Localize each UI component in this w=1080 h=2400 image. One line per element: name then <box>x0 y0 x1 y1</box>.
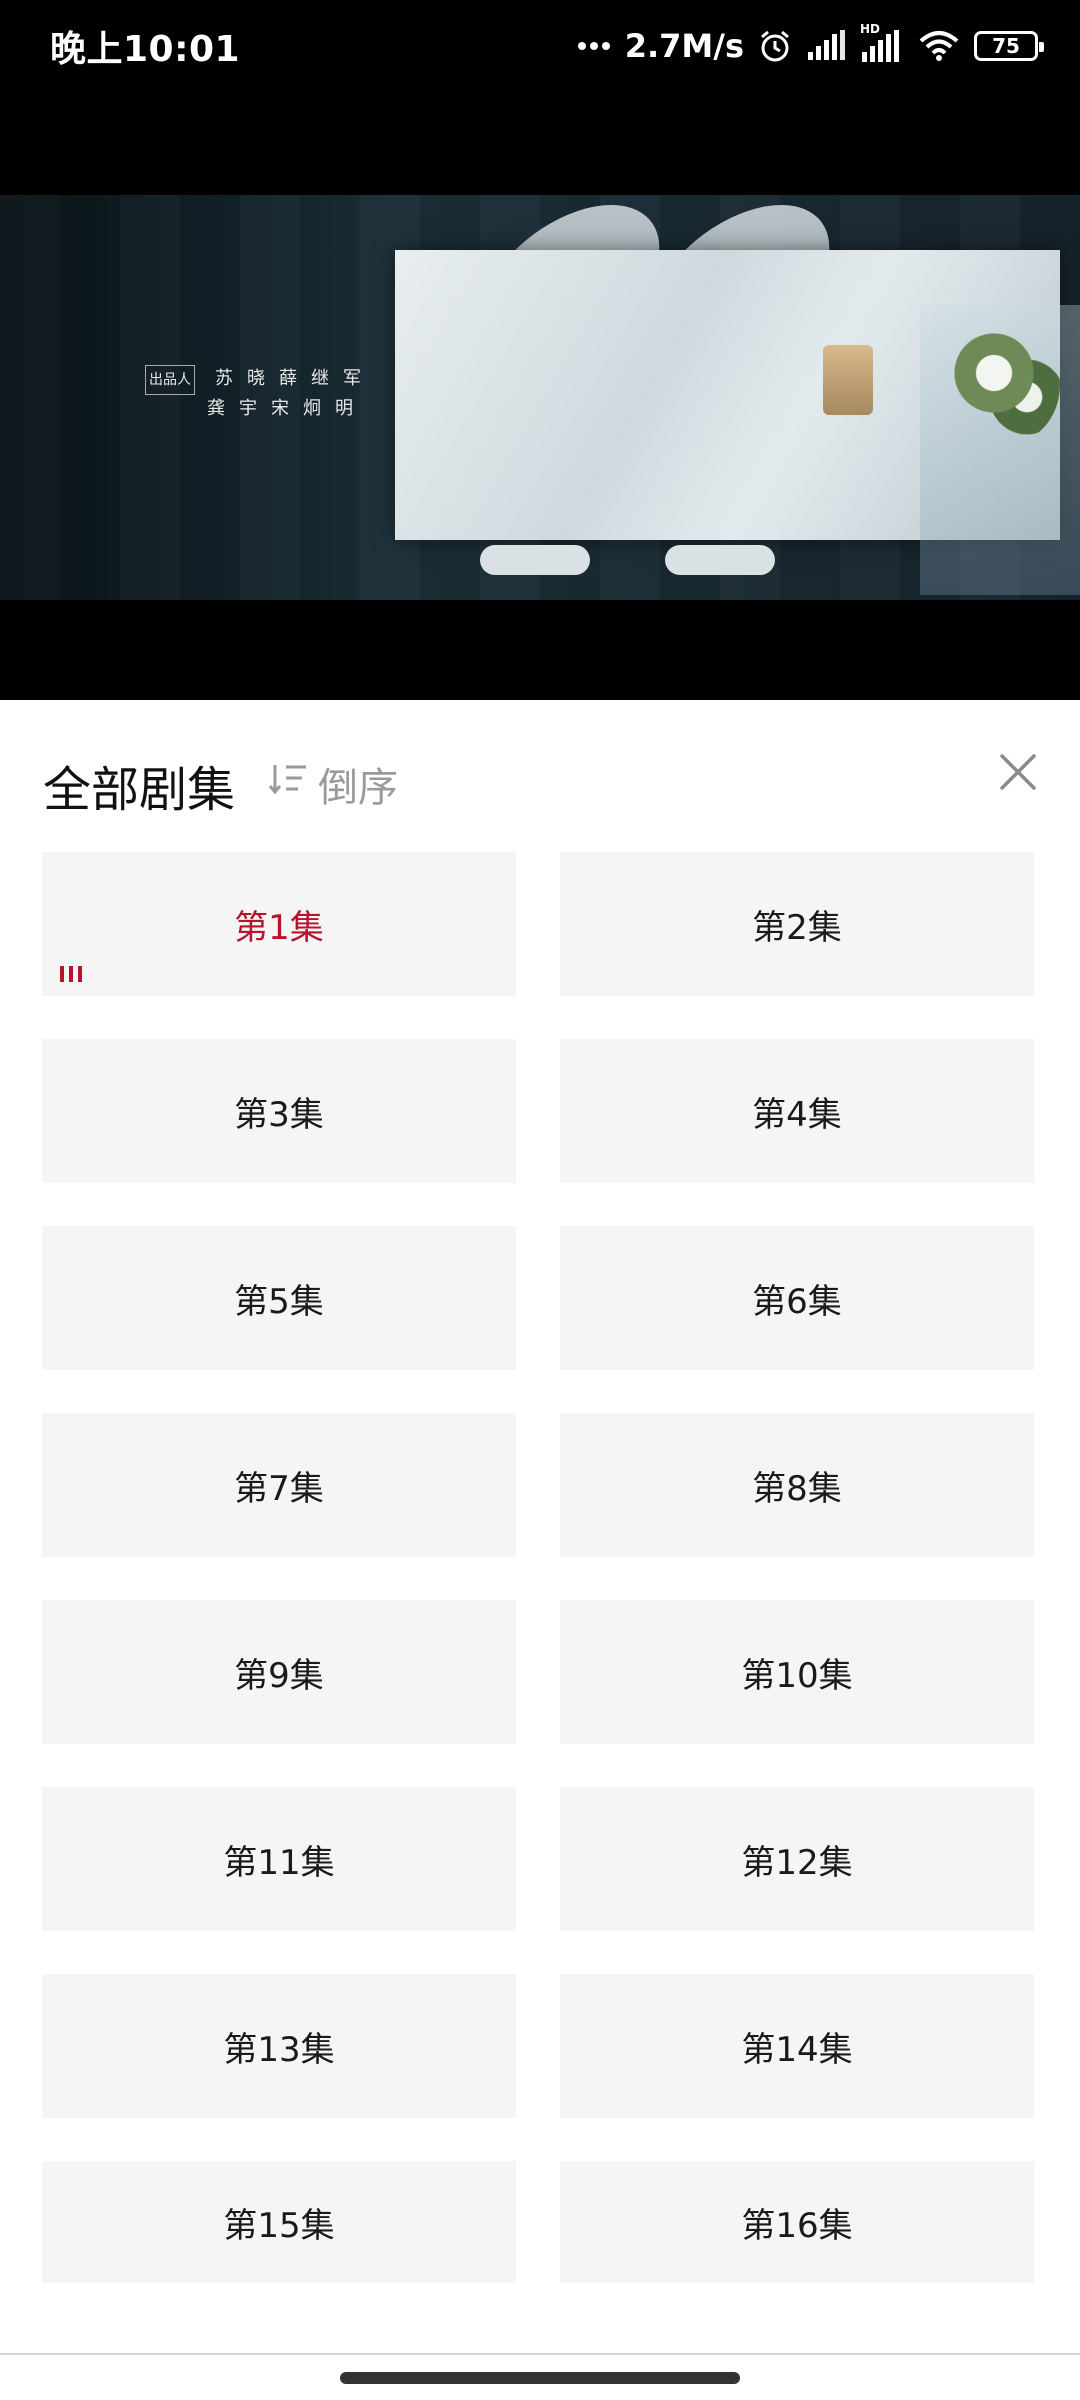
sort-toggle-button[interactable]: 倒序 <box>268 755 398 813</box>
credit-char: 薛 <box>279 368 297 389</box>
panel-title: 全部剧集 <box>43 762 236 818</box>
credit-char: 晓 <box>247 368 265 389</box>
episode-tile[interactable]: 第7集 <box>42 1413 516 1557</box>
episode-label: 第11集 <box>223 1842 335 1883</box>
credits-row-2: 龚 宇 宋 炯 明 <box>145 395 361 423</box>
bottom-divider <box>0 2353 1080 2355</box>
episode-label: 第6集 <box>752 1281 842 1322</box>
signal-icon <box>806 30 846 62</box>
episode-label: 第2集 <box>752 907 842 948</box>
credit-char: 宋 <box>271 398 289 419</box>
credit-char: 龚 <box>207 398 225 419</box>
episode-tile[interactable]: 第13集 <box>42 1974 516 2118</box>
episode-label: 第15集 <box>223 2205 335 2246</box>
video-player[interactable]: 出品人 苏 晓 薛 继 军 龚 宇 宋 炯 明 <box>0 195 1080 600</box>
episode-tile[interactable]: 第15集 <box>42 2161 516 2283</box>
home-indicator[interactable] <box>340 2372 740 2384</box>
credits-label: 出品人 <box>145 365 195 395</box>
episode-tile[interactable]: 第11集 <box>42 1787 516 1931</box>
episode-tile[interactable]: 第10集 <box>560 1600 1034 1744</box>
episode-label: 第10集 <box>741 1655 853 1696</box>
episode-label: 第5集 <box>234 1281 324 1322</box>
episode-label: 第8集 <box>752 1468 842 1509</box>
episode-label: 第16集 <box>741 2205 853 2246</box>
credit-char: 炯 <box>303 398 321 419</box>
episode-label: 第13集 <box>223 2029 335 2070</box>
episode-label: 第9集 <box>234 1655 324 1696</box>
episode-tile[interactable]: 第4集 <box>560 1039 1034 1183</box>
episode-tile[interactable]: 第5集 <box>42 1226 516 1370</box>
sort-label: 倒序 <box>318 765 398 811</box>
episode-label: 第3集 <box>234 1094 324 1135</box>
close-button[interactable] <box>996 750 1040 794</box>
episode-label: 第12集 <box>741 1842 853 1883</box>
episode-tile[interactable]: 第2集 <box>560 852 1034 996</box>
dots-icon <box>577 41 611 51</box>
status-time: 晚上10:01 <box>50 29 241 70</box>
episode-tile[interactable]: 第16集 <box>560 2161 1034 2283</box>
now-playing-icon <box>60 966 82 982</box>
episode-tile[interactable]: 第12集 <box>560 1787 1034 1931</box>
episode-tile[interactable]: 第1集 <box>42 852 516 996</box>
hd-label: HD <box>860 22 881 36</box>
credit-char: 继 <box>311 368 329 389</box>
video-scene-cup <box>823 345 873 415</box>
wifi-icon <box>918 29 960 63</box>
episode-tile[interactable]: 第3集 <box>42 1039 516 1183</box>
video-scene-flowers <box>950 325 1060 445</box>
battery-level: 75 <box>992 34 1020 58</box>
episode-tile[interactable]: 第8集 <box>560 1413 1034 1557</box>
episode-label: 第7集 <box>234 1468 324 1509</box>
credits-row-1: 出品人 苏 晓 薛 继 军 <box>145 365 361 395</box>
credit-char: 苏 <box>215 368 233 389</box>
alarm-icon <box>758 29 792 63</box>
episode-tile[interactable]: 第9集 <box>42 1600 516 1744</box>
episode-tile[interactable]: 第14集 <box>560 1974 1034 2118</box>
episode-panel: 全部剧集 倒序 第1集 第2集 第3集 第4集 第5集 第6集 第7集 第8集 … <box>0 700 1080 2400</box>
episode-grid: 第1集 第2集 第3集 第4集 第5集 第6集 第7集 第8集 第9集 第10集… <box>42 852 1034 2283</box>
status-bar: 晚上10:01 2.7M/s HD 75 <box>0 0 1080 92</box>
credit-char: 宇 <box>239 398 257 419</box>
hd-signal-icon: HD <box>860 22 904 64</box>
credit-char: 明 <box>335 398 353 419</box>
episode-label: 第4集 <box>752 1094 842 1135</box>
battery-icon: 75 <box>974 31 1044 61</box>
episode-tile[interactable]: 第6集 <box>560 1226 1034 1370</box>
video-scene-chair-base <box>665 545 775 575</box>
video-credits: 出品人 苏 晓 薛 继 军 龚 宇 宋 炯 明 <box>145 365 361 423</box>
network-speed: 2.7M/s <box>624 27 744 65</box>
video-scene-chair-base <box>480 545 590 575</box>
close-icon <box>1000 754 1036 790</box>
sort-descending-icon <box>268 761 308 807</box>
episode-label: 第14集 <box>741 2029 853 2070</box>
credit-char: 军 <box>343 368 361 389</box>
episode-label: 第1集 <box>234 907 324 948</box>
status-icons: 2.7M/s HD 75 <box>577 22 1044 70</box>
